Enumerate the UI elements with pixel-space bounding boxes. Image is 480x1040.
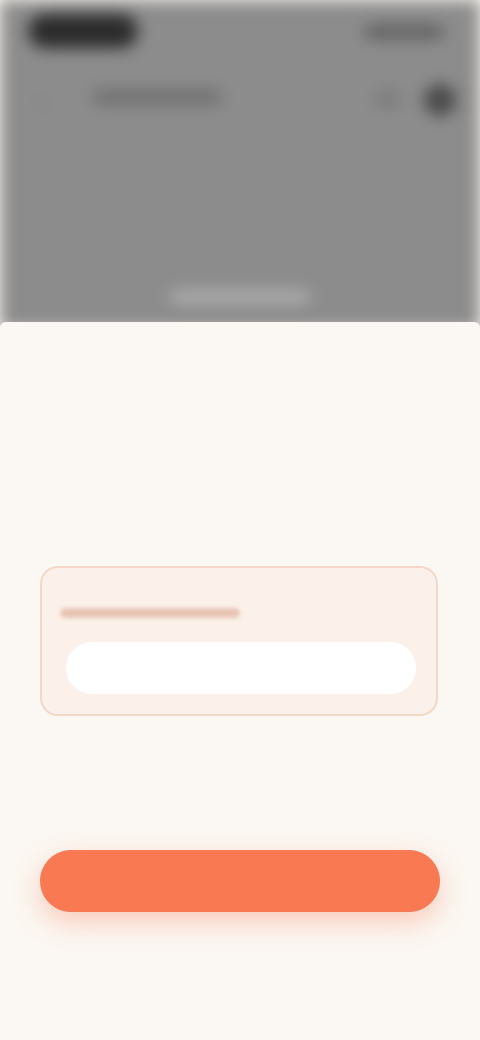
dimmed-background[interactable]: ← xyxy=(0,0,480,330)
arrow-left-icon[interactable]: ← xyxy=(34,90,54,110)
status-bar xyxy=(0,0,480,60)
status-indicators xyxy=(364,26,444,38)
primary-button[interactable] xyxy=(40,850,440,912)
option-card[interactable] xyxy=(40,566,438,716)
header-title xyxy=(92,90,222,104)
share-icon[interactable] xyxy=(376,92,398,106)
bottom-sheet xyxy=(0,322,480,1040)
app-header: ← xyxy=(0,70,480,130)
option-card-button[interactable] xyxy=(66,642,416,694)
screen: ← xyxy=(0,0,480,1040)
option-card-subtext xyxy=(60,608,240,618)
avatar[interactable] xyxy=(424,84,456,116)
drag-handle[interactable] xyxy=(170,292,310,302)
sheet-handle-area xyxy=(0,270,480,330)
status-pill xyxy=(28,14,138,48)
